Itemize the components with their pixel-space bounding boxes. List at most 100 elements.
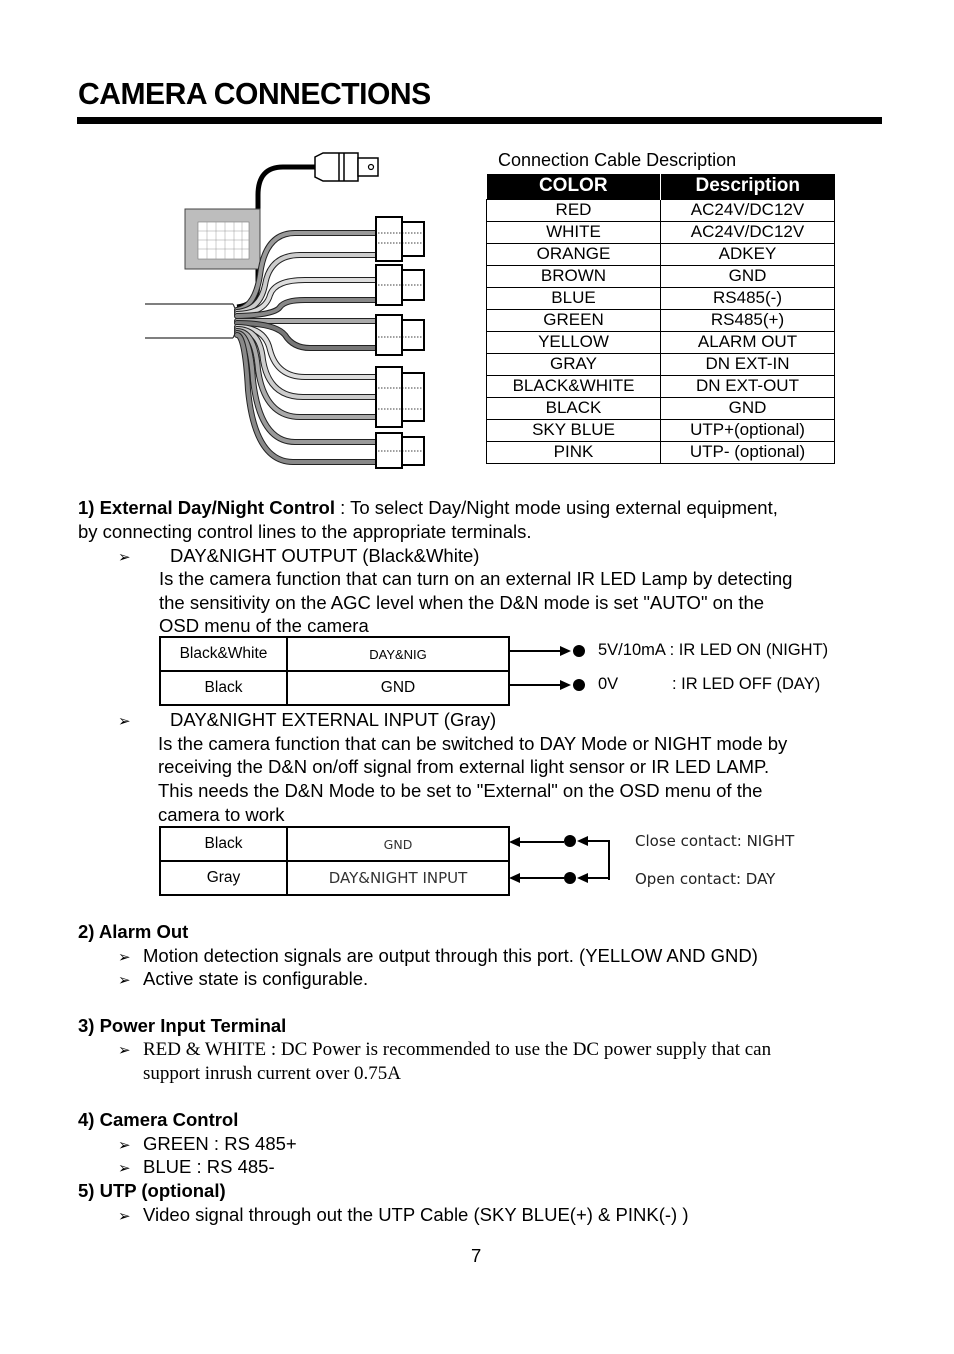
output-note-day: 0V : IR LED OFF (DAY): [598, 675, 820, 694]
cell-color: YELLOW: [486, 330, 661, 354]
cell-color: GRAY: [486, 352, 661, 376]
section4-heading: 4) Camera Control: [78, 1109, 239, 1130]
output-arrows-icon: [510, 645, 585, 691]
led-state: : IR LED OFF (DAY): [672, 675, 821, 693]
cell-description: AC24V/DC12V: [660, 220, 835, 244]
cell-description: AC24V/DC12V: [660, 198, 835, 222]
table-header-row: COLOR Description: [486, 174, 835, 199]
title-rule: [77, 117, 882, 124]
section2-bullet: ➢ Active state is configurable.: [118, 967, 368, 993]
bullet-arrow-icon: ➢: [118, 1137, 131, 1154]
table-row: GREEN RS485(+): [486, 308, 835, 332]
cell-description: ALARM OUT: [660, 330, 835, 354]
output-wiring-table: Black&White DAY&NIG Black GND: [159, 636, 510, 706]
wire-signal: GND: [286, 826, 510, 862]
wire-row: Gray DAY&NIGHT INPUT: [159, 860, 510, 896]
bullet-arrow-icon: ➢: [118, 549, 131, 566]
cell-color: PINK: [486, 440, 661, 464]
wire-name: Black: [159, 826, 288, 862]
section3-bullet: ➢ RED & WHITE : DC Power is recommended t…: [118, 1038, 771, 1064]
terminal-connectors-icon: [375, 216, 425, 469]
cell-color: BROWN: [486, 264, 661, 288]
section1-heading: 1) External Day/Night Control: [78, 497, 335, 518]
cell-color: GREEN: [486, 308, 661, 332]
output-note-night: 5V/10mA : IR LED ON (NIGHT): [598, 641, 828, 660]
table-row: GRAY DN EXT-IN: [486, 352, 835, 376]
cell-description: DN EXT-OUT: [660, 374, 835, 398]
section3-heading: 3) Power Input Terminal: [78, 1015, 287, 1036]
section4-bullet: ➢ BLUE : RS 485-: [118, 1155, 275, 1181]
wire-name: Black&White: [159, 636, 288, 672]
output-line-1: Is the camera function that can turn on …: [159, 568, 793, 589]
table-row: SKY BLUE UTP+(optional): [486, 418, 835, 442]
bullet-text: Active state is configurable.: [143, 968, 369, 989]
cable-label-icon: [184, 208, 261, 270]
table-row: PINK UTP- (optional): [486, 440, 835, 464]
voltage-value: 0V: [598, 675, 619, 693]
table-row: YELLOW ALARM OUT: [486, 330, 835, 354]
input-line-2: receiving the D&N on/off signal from ext…: [158, 756, 770, 777]
section5-heading: 5) UTP (optional): [78, 1180, 226, 1201]
cell-description: GND: [660, 396, 835, 420]
wire-signal: GND: [286, 670, 510, 706]
section2-heading: 2) Alarm Out: [78, 921, 189, 942]
wire-row: Black&White DAY&NIG: [159, 636, 510, 672]
section1-intro: 1) External Day/Night Control : To selec…: [78, 496, 778, 520]
section3-bullet-line2: support inrush current over 0.75A: [143, 1063, 402, 1084]
bullet-arrow-icon: ➢: [118, 949, 131, 966]
table-row: ORANGE ADKEY: [486, 242, 835, 266]
section1-intro-line1: : To select Day/Night mode using externa…: [334, 497, 778, 518]
led-state: : IR LED ON (NIGHT): [669, 641, 829, 659]
bullet-arrow-icon: ➢: [118, 1160, 131, 1177]
wire-row: Black GND: [159, 670, 510, 706]
input-wiring-table: Black GND Gray DAY&NIGHT INPUT: [159, 826, 510, 896]
cable-harness-illustration: [145, 152, 425, 469]
wire-name: Black: [159, 670, 288, 706]
wire-row: Black GND: [159, 826, 510, 862]
output-title: DAY&NIGHT OUTPUT (Black&White): [170, 545, 480, 566]
close-contact-note: Close contact: NIGHT: [635, 832, 795, 850]
output-line-3: OSD menu of the camera: [159, 615, 369, 636]
cell-description: UTP- (optional): [660, 440, 835, 464]
cell-color: RED: [486, 198, 661, 222]
bullet-text: GREEN : RS 485+: [143, 1133, 297, 1154]
table-row: WHITE AC24V/DC12V: [486, 220, 835, 244]
cell-description: RS485(-): [660, 286, 835, 310]
cell-description: RS485(+): [660, 308, 835, 332]
page-title: CAMERA CONNECTIONS: [78, 76, 431, 111]
bullet-text: Motion detection signals are output thro…: [143, 945, 758, 966]
open-contact-note: Open contact: DAY: [635, 870, 776, 888]
main-cable-icon: [145, 303, 239, 339]
table-row: BLACK GND: [486, 396, 835, 420]
cell-color: BLACK: [486, 396, 661, 420]
input-line-3: This needs the D&N Mode to be set to "Ex…: [158, 780, 763, 801]
cell-description: DN EXT-IN: [660, 352, 835, 376]
cell-color: BLACK&WHITE: [486, 374, 661, 398]
wire-signal: DAY&NIG: [286, 636, 510, 672]
input-subheading: ➢ DAY&NIGHT EXTERNAL INPUT (Gray): [118, 708, 496, 734]
table-row: BROWN GND: [486, 264, 835, 288]
cell-color: ORANGE: [486, 242, 661, 266]
table-row: RED AC24V/DC12V: [486, 198, 835, 222]
table-row: BLACK&WHITE DN EXT-OUT: [486, 374, 835, 398]
wire-name: Gray: [159, 860, 288, 896]
bullet-text: BLUE : RS 485-: [143, 1156, 275, 1177]
section5-bullet: ➢ Video signal through out the UTP Cable …: [118, 1203, 689, 1229]
cell-description: GND: [660, 264, 835, 288]
voltage-value: 5V/10mA: [598, 641, 665, 659]
table-row: BLUE RS485(-): [486, 286, 835, 310]
input-title: DAY&NIGHT EXTERNAL INPUT (Gray): [170, 709, 497, 730]
section1-intro-line2: by connecting control lines to the appro…: [78, 521, 532, 542]
input-line-4: camera to work: [158, 804, 285, 825]
page-number: 7: [471, 1245, 482, 1266]
output-subheading: ➢ DAY&NIGHT OUTPUT (Black&White): [118, 544, 479, 570]
cable-description-table: COLOR Description RED AC24V/DC12V WHITE AC2…: [486, 174, 835, 464]
column-header-description: Description: [660, 174, 835, 199]
bullet-arrow-icon: ➢: [118, 972, 131, 989]
cable-table-caption: Connection Cable Description: [498, 150, 737, 170]
bullet-text: RED & WHITE : DC Power is recommended to…: [143, 1039, 772, 1060]
bullet-arrow-icon: ➢: [118, 1043, 131, 1059]
cell-description: UTP+(optional): [660, 418, 835, 442]
bullet-text: Video signal through out the UTP Cable (…: [143, 1204, 689, 1225]
wire-signal: DAY&NIGHT INPUT: [286, 860, 510, 896]
